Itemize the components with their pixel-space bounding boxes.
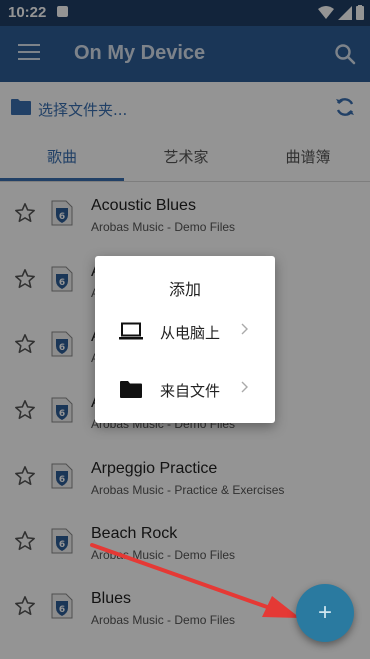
laptop-icon	[119, 322, 143, 340]
option-label: 从电脑上	[160, 324, 221, 342]
add-dialog: 添加 从电脑上 来自文件	[95, 256, 275, 423]
add-from-computer-option[interactable]: 从电脑上	[95, 308, 275, 356]
chevron-right-icon	[241, 381, 248, 393]
add-fab-button[interactable]: +	[296, 584, 354, 642]
chevron-right-icon	[241, 323, 248, 335]
option-label: 来自文件	[160, 382, 221, 400]
dialog-title: 添加	[168, 280, 201, 299]
plus-icon: +	[317, 599, 332, 626]
add-from-files-option[interactable]: 来自文件	[95, 366, 275, 414]
folder-icon	[120, 381, 142, 398]
